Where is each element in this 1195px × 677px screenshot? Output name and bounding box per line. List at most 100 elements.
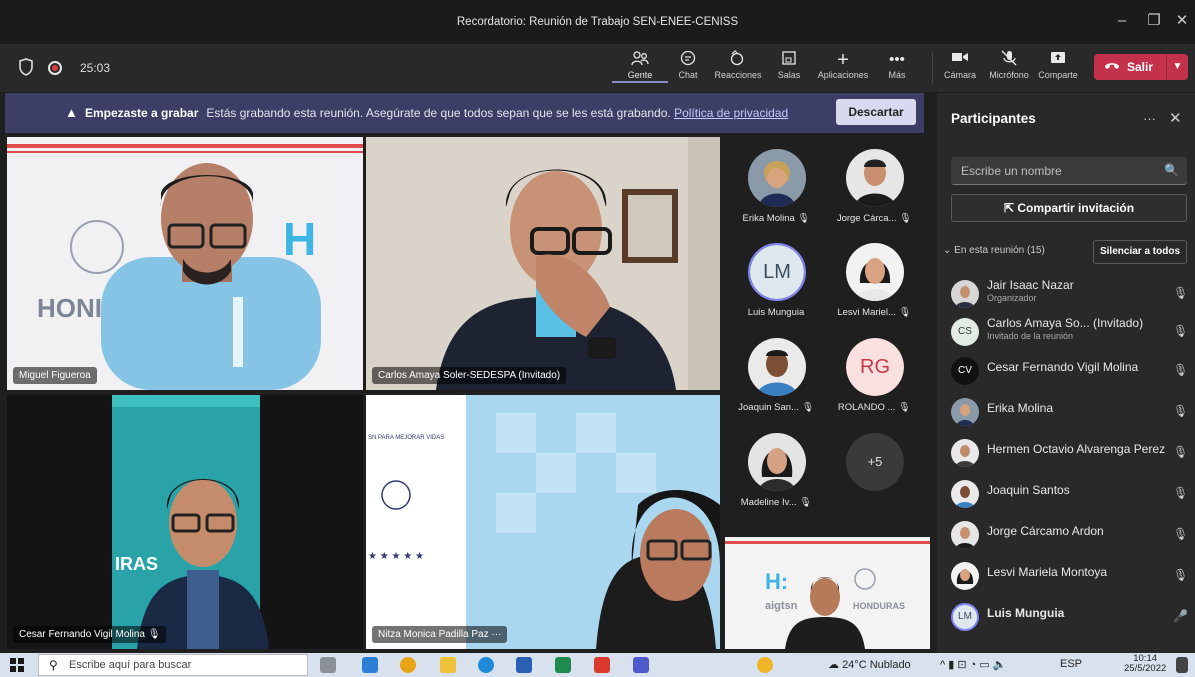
participant-name: Joaquin San... 🎙 [738,402,814,413]
participant-row[interactable]: CS Carlos Amaya So... (Invitado) Invitad… [951,313,1191,351]
participant-row[interactable]: Hermen Octavio Alvarenga Perez 🎙 [951,434,1191,472]
system-tray-icons[interactable]: ^ ▮ ⊡ ◔ ▭ 🔈 [940,658,1006,671]
mute-all-button[interactable]: Silenciar a todos [1093,240,1187,264]
gallery-participant[interactable]: Erika Molina 🎙 [728,143,824,233]
mic-off-icon: 🎙 [898,307,911,318]
leave-button[interactable]: Salir ▼ [1094,54,1188,80]
acrobat-icon[interactable] [594,657,610,673]
gallery-participant[interactable]: Joaquin San... 🎙 [728,332,824,422]
avatar: LM [951,603,979,631]
participant-row[interactable]: CV Cesar Fernando Vigil Molina 🎙 [951,352,1191,390]
participant-name-tag: Miguel Figueroa [13,367,97,384]
excel-icon[interactable] [555,657,571,673]
chat-button[interactable]: Chat [660,50,716,88]
avatar [748,149,806,207]
in-meeting-section-header[interactable]: ⌄ En esta reunión (15) [943,245,1045,256]
svg-text:IRAS: IRAS [115,554,158,574]
dismiss-button[interactable]: Descartar [836,99,916,125]
gallery-participant[interactable]: RG ROLANDO ... 🎙 [826,332,922,422]
participant-name: Lesvi Mariel... 🎙 [837,307,911,318]
task-view-icon[interactable] [320,657,336,673]
gallery-participant[interactable]: Lesvi Mariel... 🎙 [826,237,922,327]
plus-icon: + [837,49,849,71]
gallery-participant[interactable]: LM Luis Munguia [728,237,824,327]
windows-start-icon[interactable] [10,658,24,672]
participant-row[interactable]: Joaquin Santos 🎙 [951,475,1191,513]
apps-button[interactable]: + Aplicaciones [815,50,871,88]
word-icon[interactable] [516,657,532,673]
rooms-icon [761,50,817,70]
language-indicator[interactable]: ESP [1060,658,1082,670]
mic-off-icon [981,50,1037,70]
taskbar-search-input[interactable]: ⚲ Escribe aquí para buscar [38,654,308,676]
avatar [951,280,979,308]
help-icon[interactable] [757,657,773,673]
participant-search-input[interactable]: Escribe un nombre 🔍 [951,157,1187,185]
rooms-button[interactable]: Salas [761,50,817,88]
overflow-avatar: +5 [846,433,904,491]
more-options-icon[interactable]: ··· [1143,111,1156,126]
gallery-participant[interactable]: Madeline Iv... 🎙 [728,427,824,517]
svg-text:HONI: HONI [37,293,102,323]
more-participants-button[interactable]: +5 [826,427,922,517]
share-icon [1030,50,1086,70]
video-tile-4[interactable]: SN PARA MEJORAR VIDAS ★ ★ ★ ★ ★ Nitza Mo… [366,395,720,649]
chrome-icon[interactable] [400,657,416,673]
maximize-button[interactable]: ❐ [1142,10,1166,32]
minimize-button[interactable]: – [1110,10,1134,32]
more-icon[interactable]: ··· [491,629,501,640]
svg-text:★ ★ ★ ★ ★: ★ ★ ★ ★ ★ [368,551,424,562]
cloud-icon: ☁ [828,659,839,671]
self-view-tile[interactable]: H: aigtsn HONDURAS [725,537,930,649]
participant-row[interactable]: LM Luis Munguia 🎤 [951,598,1191,636]
mic-off-icon: 🎙 [1173,527,1189,541]
avatar: CS [951,318,979,346]
mic-off-icon: 🎙 [1173,568,1189,582]
avatar [748,338,806,396]
privacy-link[interactable]: Política de privacidad [674,106,788,120]
svg-text:H: H [283,213,316,265]
file-explorer-icon[interactable] [440,657,456,673]
participant-row[interactable]: Erika Molina 🎙 [951,393,1191,431]
video-tile-1[interactable]: HONI H Miguel Figueroa [7,137,363,390]
video-tile-2[interactable]: Carlos Amaya Soler-SEDESPA (Invitado) [366,137,720,390]
share-button[interactable]: Comparte [1030,50,1086,88]
window-title: Recordatorio: Reunión de Trabajo SEN-ENE… [456,16,739,28]
edge-icon[interactable] [478,657,494,673]
video-feed-3: IRAS [7,395,363,649]
participant-row[interactable]: Jorge Cárcamo Ardon 🎙 [951,516,1191,554]
avatar [951,562,979,590]
participant-row[interactable]: Lesvi Mariela Montoya 🎙 [951,557,1191,595]
close-icon[interactable]: ✕ [1169,109,1182,127]
participant-row[interactable]: Jair Isaac Nazar Organizador 🎙 [951,275,1191,313]
mic-off-icon: 🎙 [899,213,912,224]
participant-name: Madeline Iv... 🎙 [740,497,812,508]
share-invitation-button[interactable]: ⇱ Compartir invitación [951,194,1187,222]
camera-button[interactable]: Cámara [932,50,988,88]
video-feed-self: H: aigtsn HONDURAS [725,537,930,649]
outlook-icon[interactable] [362,657,378,673]
reactions-button[interactable]: Reacciones [710,50,766,88]
notifications-icon[interactable] [1176,657,1188,673]
recording-banner: ▲ Empezaste a grabar Estás grabando esta … [5,93,924,133]
microphone-button[interactable]: Micrófono [981,50,1037,88]
share-icon: ⇱ [1003,201,1015,215]
search-icon[interactable]: 🔍 [1164,163,1179,177]
participant-name: Jorge Cárca... 🎙 [836,213,912,224]
close-window-button[interactable]: ✕ [1170,10,1194,32]
weather-widget[interactable]: ☁ 24°C Nublado [828,658,911,671]
mic-on-icon: 🎤 [1173,609,1188,623]
shield-icon[interactable] [18,58,34,76]
more-button[interactable]: ••• Más [869,50,925,88]
participant-name: ROLANDO ... 🎙 [837,402,911,413]
clock[interactable]: 10:14 25/5/2022 [1124,654,1166,674]
avatar [846,149,904,207]
gallery-participant[interactable]: Jorge Cárca... 🎙 [826,143,922,233]
chevron-down-icon[interactable]: ▼ [1166,54,1188,80]
svg-text:SN PARA MEJORAR VIDAS: SN PARA MEJORAR VIDAS [368,435,444,441]
video-tile-3[interactable]: IRAS Cesar Fernando Vigil Molina 🎙 [7,395,363,649]
avatar [951,480,979,508]
participant-name-tag: Cesar Fernando Vigil Molina 🎙 [13,626,167,643]
mic-off-icon: 🎙 [1173,286,1189,300]
teams-icon[interactable] [633,657,649,673]
